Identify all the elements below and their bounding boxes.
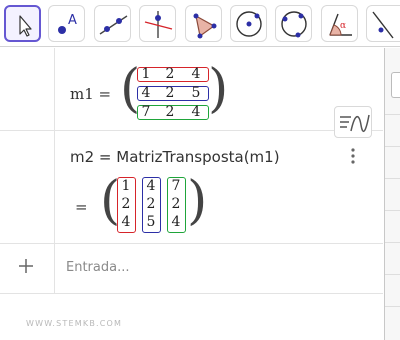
- style-bar-toggle-button[interactable]: [334, 106, 372, 138]
- grid-line: [385, 306, 400, 307]
- m2-cell: 2: [171, 196, 181, 212]
- m1-cell: 2: [165, 66, 175, 82]
- grid-line: [385, 242, 400, 243]
- row-divider: [0, 130, 383, 131]
- m1-cell: 2: [165, 85, 175, 101]
- tool-polygon[interactable]: [185, 5, 222, 42]
- more-options-icon[interactable]: [350, 148, 356, 164]
- m2-cell: 4: [146, 178, 156, 194]
- grid-line: [385, 210, 400, 211]
- m1-cell: 1: [141, 66, 151, 82]
- m2-cell: 4: [121, 214, 131, 230]
- style-bar-icon: [340, 114, 370, 133]
- point-icon: A: [58, 13, 77, 34]
- arrow-cursor-icon: [19, 15, 32, 37]
- tool-circle-three-points[interactable]: [275, 5, 312, 42]
- m1-cell: 4: [141, 85, 151, 101]
- algebra-view: m1 = ( ) 1 2 4 4 2 5 7 2 4 m2 = MatrizTr…: [0, 48, 383, 340]
- grid-line: [385, 274, 400, 275]
- reflect-line-icon: [372, 11, 394, 39]
- circle-three-points-icon: [281, 11, 307, 38]
- graphics-view[interactable]: [384, 48, 400, 340]
- m1-cell: 7: [141, 104, 151, 120]
- m2-cell: 1: [121, 178, 131, 194]
- toolbar: A α: [0, 0, 400, 47]
- grid-line: [385, 146, 400, 147]
- tool-perpendicular[interactable]: [139, 5, 176, 42]
- watermark: WWW.STEMKB.COM: [26, 319, 123, 328]
- row-divider: [0, 243, 383, 244]
- m1-cell: 4: [191, 104, 201, 120]
- grid-line: [385, 178, 400, 179]
- algebra-gutter: [0, 48, 55, 293]
- m1-cell: 2: [165, 104, 175, 120]
- line-icon: [99, 15, 128, 35]
- m2-cell: 5: [146, 214, 156, 230]
- angle-tool-label: α: [340, 21, 346, 31]
- perpendicular-line-icon: [144, 11, 173, 38]
- m1-right-paren: ): [208, 59, 229, 119]
- tool-reflect[interactable]: [366, 5, 400, 42]
- m2-cell: 4: [171, 214, 181, 230]
- m2-cell: 2: [121, 196, 131, 212]
- m1-cell: 5: [191, 85, 201, 101]
- m2-cell: 7: [171, 178, 181, 194]
- m1-label: m1 =: [70, 85, 112, 103]
- angle-icon: α: [329, 13, 352, 36]
- algebra-input-field[interactable]: Entrada...: [66, 260, 129, 275]
- m2-equals: =: [75, 198, 88, 216]
- tool-angle[interactable]: α: [321, 5, 358, 42]
- grid-line: [385, 114, 400, 115]
- tool-circle-center[interactable]: [230, 5, 267, 42]
- m2-right-paren: ): [187, 171, 208, 231]
- tool-point[interactable]: A: [48, 5, 85, 42]
- m1-cell: 4: [191, 66, 201, 82]
- tool-line[interactable]: [94, 5, 131, 42]
- polygon-icon: [193, 13, 217, 39]
- m2-command[interactable]: m2 = MatrizTransposta(m1): [70, 148, 280, 166]
- tool-move[interactable]: [4, 5, 41, 42]
- point-tool-label: A: [68, 13, 77, 28]
- add-item-icon[interactable]: [18, 258, 34, 274]
- row-divider: [0, 293, 383, 294]
- graphics-style-button[interactable]: [391, 72, 400, 98]
- circle-center-icon: [236, 11, 262, 37]
- m2-cell: 2: [146, 196, 156, 212]
